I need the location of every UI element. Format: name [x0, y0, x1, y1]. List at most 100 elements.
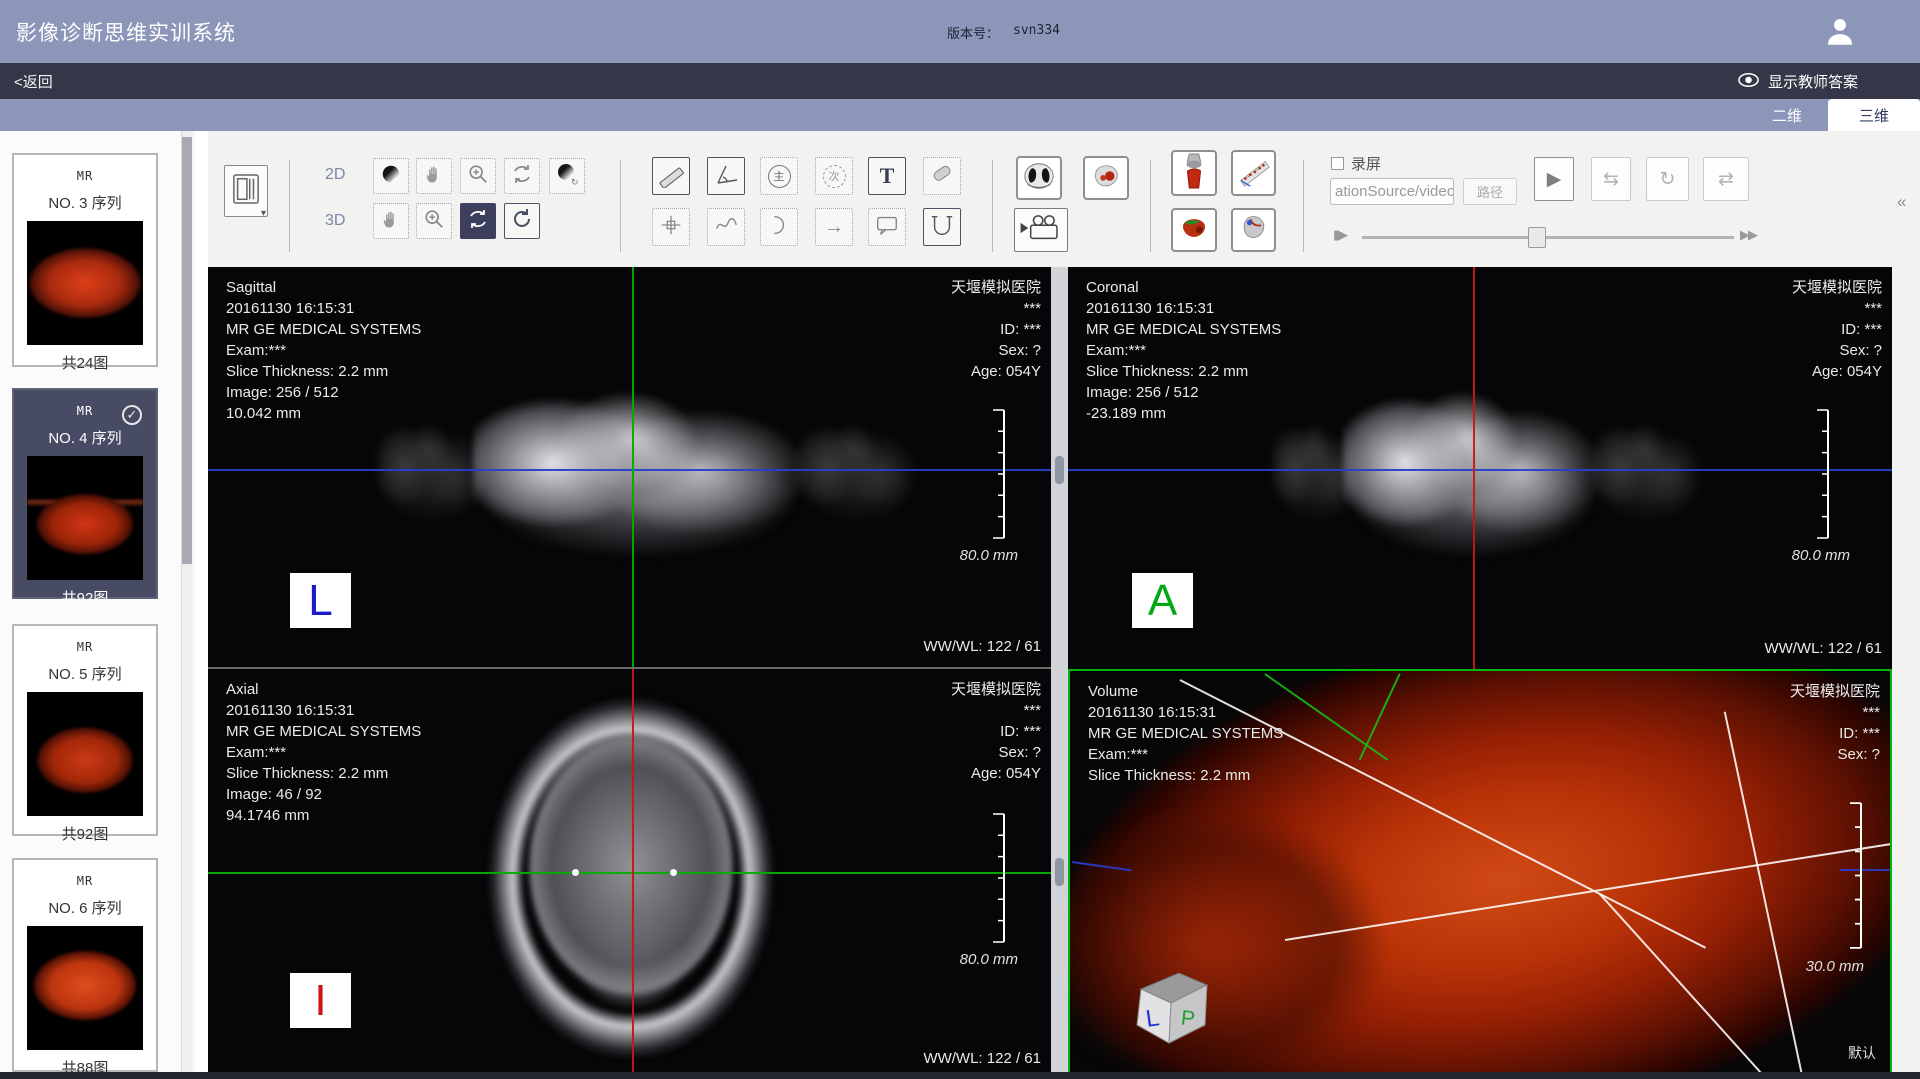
video-source-input[interactable]: ationSource/video: [1330, 178, 1454, 205]
mode-2d-label: 2D: [325, 166, 345, 184]
path-button[interactable]: 路径: [1463, 178, 1517, 205]
series-name: NO. 6 序列: [14, 897, 156, 918]
series-modality: MR: [14, 169, 156, 183]
crosshair-horizontal-green[interactable]: [208, 872, 1051, 874]
show-teacher-answer-button[interactable]: 显示教师答案: [1737, 71, 1858, 92]
viewport-volume-3d[interactable]: Volume 20161130 16:15:31 MR GE MEDICAL S…: [1068, 669, 1892, 1079]
crosshair-vertical-red[interactable]: [1473, 267, 1475, 669]
tool-eraser[interactable]: [923, 157, 961, 195]
viewport-sagittal[interactable]: Sagittal 20161130 16:15:31 MR GE MEDICAL…: [208, 267, 1051, 667]
collapse-panel-icon[interactable]: «: [1897, 192, 1906, 212]
mr-image-sagittal: [473, 382, 808, 562]
reference-dot: [670, 869, 677, 876]
slider-step-forward-icon[interactable]: ▶▶: [1740, 227, 1756, 243]
scale-ruler: [1847, 802, 1863, 954]
loop-button[interactable]: ⇆: [1591, 157, 1631, 201]
hand-icon: [424, 163, 444, 190]
tool-comment[interactable]: [868, 208, 906, 246]
scale-label: 30.0 mm: [1806, 958, 1864, 975]
tool-3d-zoom[interactable]: [416, 203, 452, 239]
viewport-vertical-splitter[interactable]: [1051, 267, 1068, 1079]
tool-text-annotation[interactable]: T: [868, 157, 906, 195]
overlay-info-right: 天堰模拟医院 *** ID: *** Sex: ? Age: 054Y: [1792, 277, 1882, 382]
series-card-no5[interactable]: MR NO. 5 序列 共92图: [12, 624, 158, 836]
tool-secondary-marker[interactable]: 次: [815, 157, 853, 195]
preset-bone-view-button[interactable]: [1171, 150, 1217, 196]
tool-2d-window-level[interactable]: [373, 158, 409, 194]
user-avatar-icon[interactable]: [1823, 15, 1857, 54]
series-modality: MR: [14, 874, 156, 888]
series-card-no3[interactable]: MR NO. 3 序列 共24图: [12, 153, 158, 367]
version-value: svn334: [1013, 23, 1060, 42]
window-level-readout: WW/WL: 122 / 61: [923, 1050, 1041, 1067]
record-checkbox[interactable]: [1331, 157, 1344, 170]
preset-lung-view-button[interactable]: [1016, 156, 1062, 200]
tool-3d-reset-camera[interactable]: [504, 203, 540, 239]
window-level-readout: WW/WL: 122 / 61: [923, 638, 1041, 655]
tool-arc[interactable]: [760, 208, 798, 246]
slider-step-back-icon[interactable]: ▮▶: [1333, 227, 1346, 243]
tool-ruler[interactable]: [652, 157, 690, 195]
orientation-cube[interactable]: L P: [1129, 969, 1214, 1054]
swap-button[interactable]: ⇄: [1703, 157, 1749, 201]
replay-button[interactable]: ↻: [1646, 157, 1689, 201]
splitter-handle[interactable]: [1055, 456, 1064, 484]
series-thumbnail: [27, 221, 143, 345]
splitter-handle[interactable]: [1055, 858, 1064, 886]
scale-ruler: [990, 409, 1006, 544]
playback-slider-handle[interactable]: [1528, 227, 1546, 248]
eraser-icon: [928, 160, 956, 193]
tool-2d-pan[interactable]: [416, 158, 452, 194]
knee-bone-icon: [1177, 152, 1211, 195]
screen-record-toggle[interactable]: 录屏: [1331, 153, 1381, 174]
crosshair-horizontal-blue[interactable]: [1068, 469, 1892, 471]
preset-tissue-view-button[interactable]: [1083, 156, 1129, 200]
tool-angle[interactable]: [707, 157, 745, 195]
right-panel-margin: [1892, 131, 1920, 1072]
sidebar-scrollbar-thumb[interactable]: [182, 137, 192, 564]
tool-2d-zoom[interactable]: [460, 158, 496, 194]
series-count: 共24图: [14, 352, 156, 373]
series-name: NO. 4 序列: [14, 427, 156, 448]
loop-icon: ⇆: [1603, 168, 1619, 191]
viewport-axial[interactable]: Axial 20161130 16:15:31 MR GE MEDICAL SY…: [208, 669, 1051, 1079]
toolbar-separator: [1150, 160, 1151, 252]
preset-heart-view-button[interactable]: [1231, 208, 1276, 252]
preset-path-planning-button[interactable]: [1231, 150, 1276, 196]
ruler-icon: [657, 160, 685, 193]
viewport-coronal[interactable]: Coronal 20161130 16:15:31 MR GE MEDICAL …: [1068, 267, 1892, 669]
text-tool-icon: T: [880, 163, 895, 189]
organ-3d-icon: [1177, 212, 1211, 249]
orientation-marker-L: L: [290, 573, 351, 628]
layout-selector-button[interactable]: ▾: [224, 165, 268, 217]
record-video-button[interactable]: [1014, 208, 1068, 252]
tool-3d-pan[interactable]: [373, 203, 409, 239]
play-button[interactable]: ▶: [1534, 157, 1574, 201]
series-count: 共92图: [14, 587, 156, 608]
crosshair-vertical-green[interactable]: [632, 267, 634, 667]
playback-slider-track[interactable]: [1362, 236, 1734, 239]
tool-primary-marker[interactable]: 主: [760, 157, 798, 195]
selected-check-icon: ✓: [122, 405, 142, 425]
mode-3d-label: 3D: [325, 212, 345, 230]
scale-label: 80.0 mm: [960, 547, 1018, 564]
replay-icon: ↻: [1660, 168, 1676, 191]
series-card-no4-selected[interactable]: ✓ MR NO. 4 序列 共92图: [12, 388, 158, 599]
tool-3d-rotate-active[interactable]: [460, 203, 496, 239]
back-button[interactable]: <返回: [14, 71, 53, 92]
sidebar-divider: [196, 131, 208, 1079]
series-card-no6[interactable]: MR NO. 6 序列 共88图: [12, 858, 158, 1072]
crosshair-horizontal-blue[interactable]: [208, 469, 1051, 471]
overlay-info-left: Volume 20161130 16:15:31 MR GE MEDICAL S…: [1088, 681, 1283, 786]
tool-cobb-angle[interactable]: [923, 208, 961, 246]
tool-arrow-annotation[interactable]: →: [815, 208, 853, 246]
tool-crosshair[interactable]: [652, 208, 690, 246]
tool-2d-reset-window[interactable]: ↻: [549, 158, 585, 194]
crosshair-vertical-red[interactable]: [632, 669, 634, 1079]
tool-2d-rotate[interactable]: [504, 158, 540, 194]
tab-3d-active[interactable]: 三维: [1828, 99, 1920, 131]
preset-organ-view-button[interactable]: [1171, 208, 1217, 252]
series-modality: MR: [14, 640, 156, 654]
tool-curve[interactable]: [707, 208, 745, 246]
tab-2d[interactable]: 二维: [1750, 99, 1824, 131]
